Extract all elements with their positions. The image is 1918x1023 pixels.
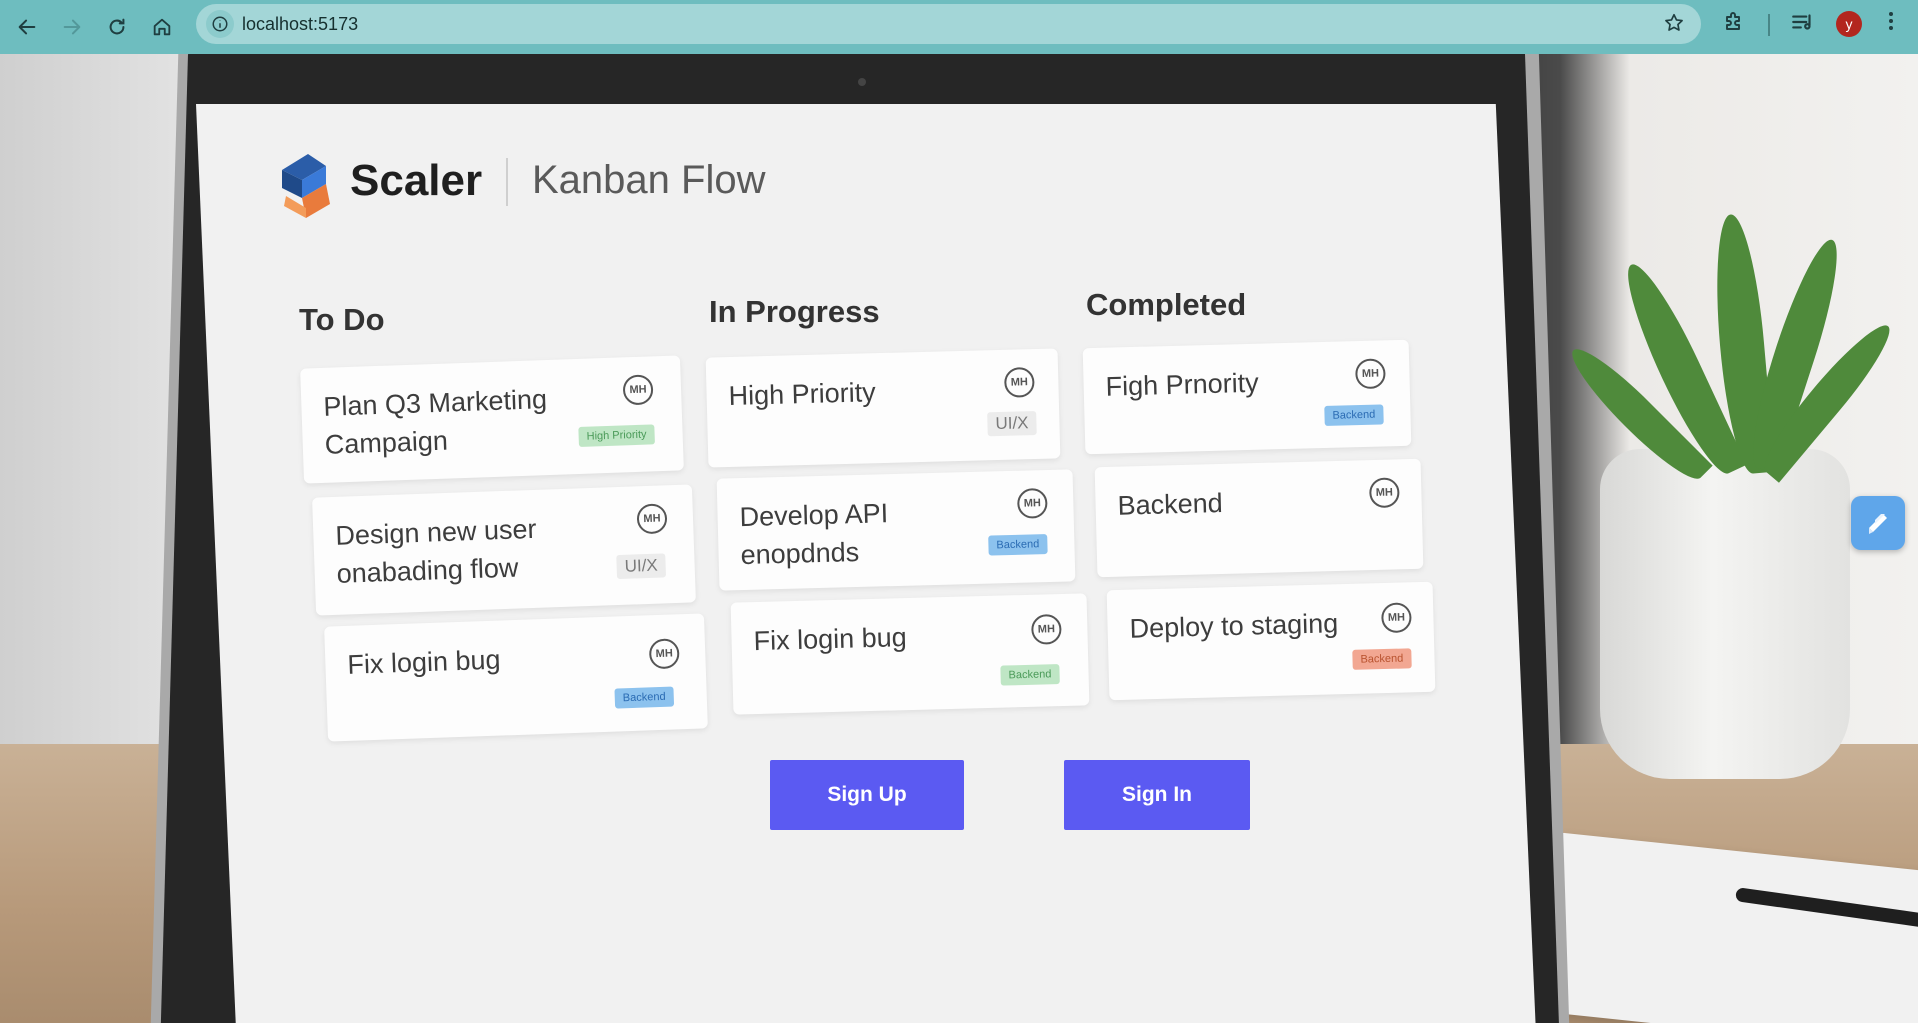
card-title: Deploy to staging [1129, 608, 1339, 644]
assignee-icon: MH [1016, 488, 1048, 519]
kanban-card[interactable]: High Priority MH UI/X [705, 348, 1061, 468]
sign-up-button[interactable]: Sign Up [770, 760, 964, 830]
kanban-card[interactable]: Fix login bug MH Backend [730, 593, 1090, 715]
assignee-icon: MH [1381, 602, 1412, 634]
toolbar-divider [1768, 14, 1770, 36]
star-icon[interactable] [1663, 12, 1685, 39]
forward-icon [63, 19, 81, 35]
card-tag: High Priority [578, 424, 655, 447]
hero-background: Scaler Kanban Flow To Do In Progress Com… [0, 54, 1918, 1023]
column-title-in-progress: In Progress [709, 294, 880, 329]
scaler-logo-icon [282, 154, 330, 218]
column-title-todo: To Do [299, 302, 385, 337]
url-text[interactable]: localhost:5173 [242, 14, 358, 35]
card-title: Figh Prnority [1105, 367, 1260, 402]
assignee-icon: MH [1368, 477, 1400, 509]
kanban-card[interactable]: Deploy to staging MH Backend [1106, 581, 1436, 701]
brand-divider [506, 158, 508, 206]
kanban-card[interactable]: Plan Q3 Marketing Campaign MH High Priori… [300, 355, 684, 484]
camera-dot [858, 78, 866, 86]
card-tag: Backend [1324, 404, 1384, 426]
profile-avatar[interactable]: y [1836, 11, 1862, 37]
card-tag: Backend [1352, 648, 1412, 670]
floating-assistant-button[interactable] [1851, 496, 1905, 550]
kanban-card[interactable]: Figh Prnority MH Backend [1082, 339, 1412, 455]
home-button[interactable] [144, 9, 180, 45]
assignee-icon: MH [1031, 614, 1062, 645]
column-title-completed: Completed [1086, 287, 1247, 322]
forward-button[interactable] [54, 9, 90, 45]
card-tag: Backend [1000, 664, 1060, 686]
card-tag: Backend [988, 534, 1048, 556]
card-title: Fix login bug [346, 644, 501, 680]
reload-button[interactable] [99, 9, 135, 45]
kanban-card[interactable]: Fix login bug MH Backend [324, 613, 708, 742]
card-tag: UI/X [987, 410, 1037, 437]
assignee-icon: MH [1003, 367, 1035, 398]
assignee-icon: MH [636, 503, 668, 535]
reload-icon [109, 18, 125, 35]
brand-name: Scaler [350, 156, 483, 205]
card-title: High Priority [728, 377, 877, 412]
kanban-card[interactable]: Design new user onabading flow MH UI/X [312, 484, 696, 616]
kanban-card[interactable]: Backend MH [1094, 458, 1424, 578]
card-title: Backend [1117, 487, 1224, 521]
kanban-card[interactable]: Develop API enopdnds MH Backend [716, 469, 1076, 591]
product-name: Kanban Flow [532, 158, 766, 202]
card-title: Plan Q3 Marketing Campaign [322, 384, 548, 460]
menu-icon[interactable] [1881, 9, 1901, 38]
back-icon [18, 19, 36, 35]
card-title: Design new user onabading flow [334, 513, 537, 589]
home-icon [153, 18, 171, 36]
plant-pot [1600, 449, 1850, 779]
card-tag: UI/X [616, 553, 667, 580]
assignee-icon: MH [622, 374, 654, 406]
card-tag: Backend [614, 686, 674, 709]
info-icon[interactable] [206, 10, 234, 38]
browser-toolbar: localhost:5173 y [0, 0, 1918, 54]
assignee-icon: MH [648, 638, 680, 670]
extensions-icon[interactable] [1722, 9, 1746, 38]
assignee-icon: MH [1355, 358, 1386, 390]
back-button[interactable] [9, 9, 45, 45]
address-bar[interactable]: localhost:5173 [196, 4, 1701, 44]
card-title: Develop API enopdnds [739, 498, 889, 571]
lightning-icon [1869, 514, 1887, 534]
card-title: Fix login bug [753, 622, 908, 657]
sign-in-button[interactable]: Sign In [1064, 760, 1250, 830]
media-icon[interactable] [1790, 9, 1816, 40]
